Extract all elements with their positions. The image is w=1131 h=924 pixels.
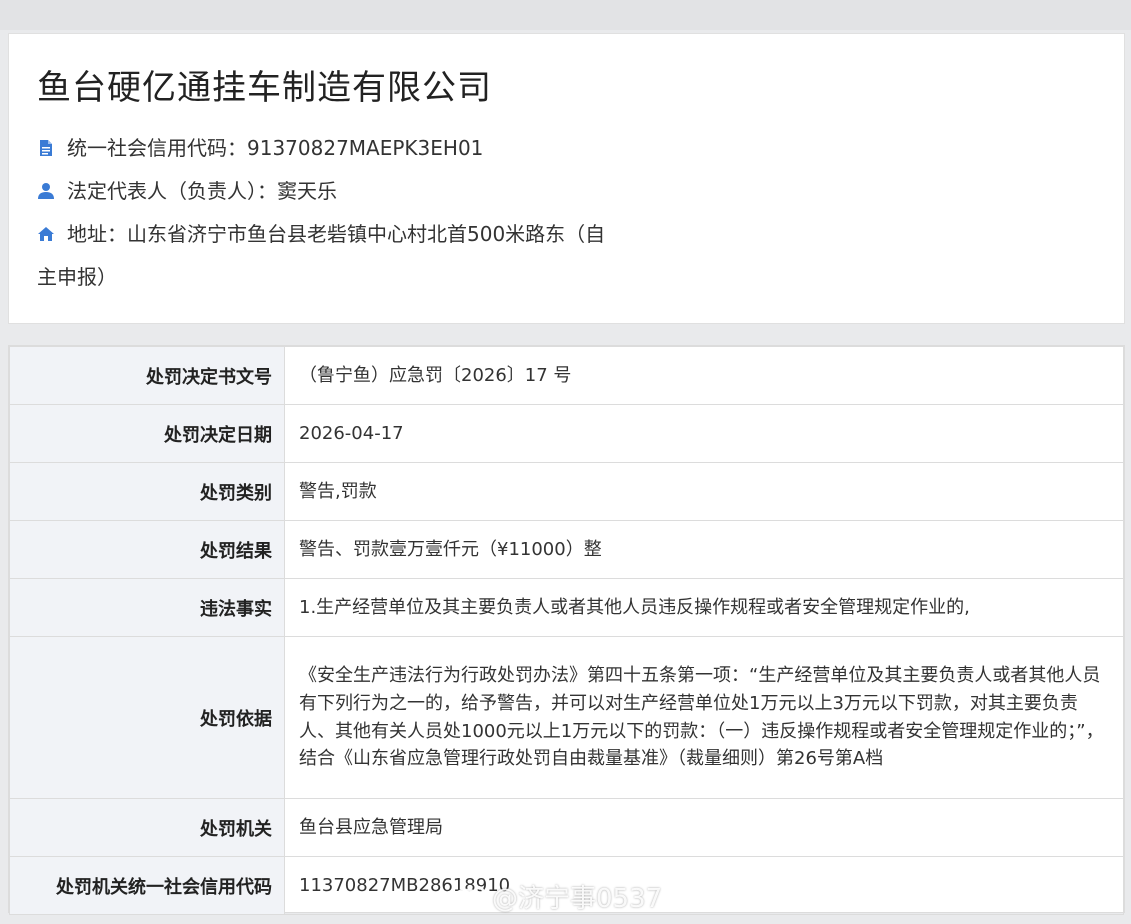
table-row: 违法事实 1.生产经营单位及其主要负责人或者其他人员违反操作规程或者安全管理规定…	[9, 578, 1124, 637]
row-value: 警告、罚款壹万壹仟元（¥11000）整	[284, 520, 1124, 579]
table-row: 处罚机关 鱼台县应急管理局	[9, 798, 1124, 857]
row-value: 《安全生产违法行为行政处罚办法》第四十五条第一项：“生产经营单位及其主要负责人或…	[284, 636, 1124, 799]
row-label: 处罚结果	[9, 520, 285, 579]
row-value: 11370827MB28618910	[284, 856, 1124, 915]
table-row: 处罚决定日期 2026-04-17	[9, 404, 1124, 463]
address-text-1: 地址：山东省济宁市鱼台县老砦镇中心村北首500米路东（自	[67, 222, 606, 246]
table-row: 处罚结果 警告、罚款壹万壹仟元（¥11000）整	[9, 520, 1124, 579]
person-icon	[37, 181, 55, 199]
row-value: 警告,罚款	[284, 462, 1124, 521]
row-label: 处罚机关	[9, 798, 285, 857]
legal-rep-text: 法定代表人（负责人）：窦天乐	[67, 179, 337, 203]
row-label: 处罚类别	[9, 462, 285, 521]
weibo-icon	[450, 883, 488, 911]
watermark: @济宁事0537	[450, 878, 662, 915]
watermark-text: @济宁事0537	[492, 884, 663, 914]
row-label: 处罚决定书文号	[9, 346, 285, 405]
row-value: （鲁宁鱼）应急罚〔2026〕17 号	[284, 346, 1124, 405]
table-row: 处罚类别 警告,罚款	[9, 462, 1124, 521]
row-label: 处罚机关统一社会信用代码	[9, 856, 285, 915]
legal-rep-line: 法定代表人（负责人）：窦天乐	[37, 175, 337, 204]
document-icon	[37, 138, 55, 156]
row-label: 处罚依据	[9, 636, 285, 799]
credit-code-line: 统一社会信用代码：91370827MAEPK3EH01	[37, 132, 483, 161]
top-bar	[0, 0, 1131, 30]
row-label: 处罚决定日期	[9, 404, 285, 463]
row-value: 鱼台县应急管理局	[284, 798, 1124, 857]
company-card: 鱼台硬亿通挂车制造有限公司 统一社会信用代码：91370827MAEPK3EH0…	[8, 33, 1125, 324]
row-value: 1.生产经营单位及其主要负责人或者其他人员违反操作规程或者安全管理规定作业的,	[284, 578, 1124, 637]
company-name: 鱼台硬亿通挂车制造有限公司	[37, 68, 492, 108]
row-label: 违法事实	[9, 578, 285, 637]
row-value: 2026-04-17	[284, 404, 1124, 463]
home-icon	[37, 224, 55, 242]
address-text-2: 主申报）	[37, 265, 117, 289]
credit-code-text: 统一社会信用代码：91370827MAEPK3EH01	[67, 136, 484, 160]
table-row: 处罚依据 《安全生产违法行为行政处罚办法》第四十五条第一项：“生产经营单位及其主…	[9, 636, 1124, 799]
penalty-table: 处罚决定书文号 （鲁宁鱼）应急罚〔2026〕17 号 处罚决定日期 2026-0…	[8, 345, 1125, 915]
address-line: 地址：山东省济宁市鱼台县老砦镇中心村北首500米路东（自	[37, 218, 605, 247]
table-row: 处罚决定书文号 （鲁宁鱼）应急罚〔2026〕17 号	[9, 346, 1124, 405]
